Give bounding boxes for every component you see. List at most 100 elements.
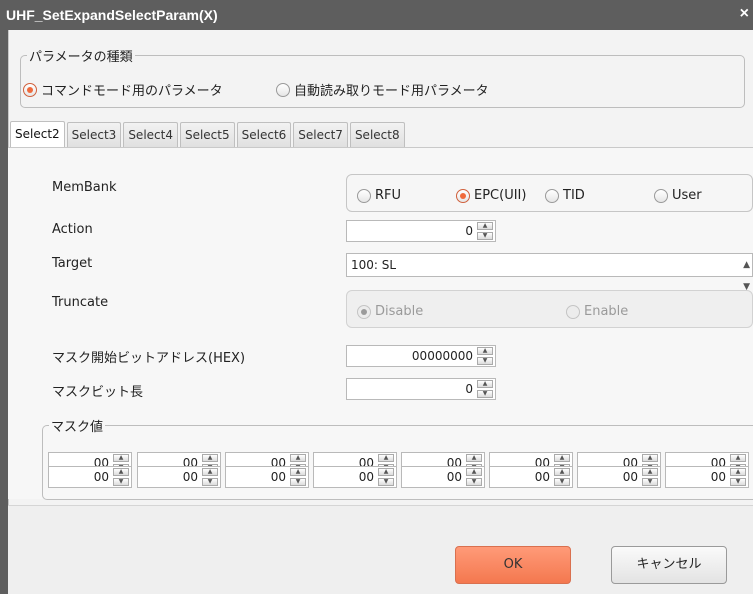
- spin-buttons: ▲▼: [554, 468, 570, 486]
- spin-up-icon[interactable]: ▲: [554, 454, 570, 462]
- spin-up-icon[interactable]: ▲: [730, 468, 746, 476]
- mask-byte-value: 00: [270, 470, 286, 484]
- tab-select5[interactable]: Select5: [179, 122, 235, 147]
- spin-up-icon[interactable]: ▲: [477, 222, 493, 230]
- spin-up-icon[interactable]: ▲: [477, 380, 493, 388]
- mask-byte-spinbox[interactable]: 00 ▲ ▼: [137, 466, 221, 488]
- select-tabs: Select2 Select3 Select4 Select5 Select6 …: [10, 121, 407, 148]
- mask-byte-value: 00: [446, 470, 462, 484]
- radio-dot: [456, 188, 470, 203]
- tab-select4[interactable]: Select4: [123, 122, 178, 147]
- radio-auto-read-mode[interactable]: 自動読み取りモード用パラメータ: [276, 80, 489, 99]
- radio-truncate-enable[interactable]: Enable: [566, 304, 628, 319]
- spin-down-icon[interactable]: ▼: [477, 232, 493, 240]
- spin-up-icon[interactable]: ▲: [378, 468, 394, 476]
- spin-up-icon[interactable]: ▲: [290, 468, 306, 476]
- spin-buttons: ▲ ▼: [477, 222, 493, 240]
- mask-start-address-label: マスク開始ビットアドレス(HEX): [52, 351, 246, 366]
- target-value: 100: SL: [351, 258, 397, 272]
- spin-up-icon[interactable]: ▲: [202, 468, 218, 476]
- radio-dot: [566, 304, 580, 319]
- spin-buttons: ▲▼: [730, 468, 746, 486]
- spin-down-icon[interactable]: ▼: [554, 478, 570, 486]
- mask-byte-value: 00: [182, 470, 198, 484]
- spin-up-icon[interactable]: ▲: [378, 454, 394, 462]
- mask-byte-spinbox[interactable]: 00▲▼: [489, 466, 573, 488]
- membank-label: MemBank: [52, 180, 117, 195]
- mask-value-legend: マスク値: [51, 420, 104, 435]
- mask-byte-spinbox[interactable]: 00▲▼: [225, 466, 309, 488]
- spin-buttons: ▲▼: [378, 468, 394, 486]
- spin-up-icon[interactable]: ▲: [642, 468, 658, 476]
- spin-up-icon[interactable]: ▲: [466, 468, 482, 476]
- spin-up-icon[interactable]: ▲: [466, 454, 482, 462]
- truncate-label: Truncate: [52, 295, 109, 310]
- window-title: UHF_SetExpandSelectParam(X): [6, 7, 218, 23]
- spin-down-icon[interactable]: ▼: [477, 357, 493, 365]
- mask-byte-spinbox[interactable]: 00▲▼: [665, 466, 749, 488]
- spin-up-icon[interactable]: ▲: [730, 454, 746, 462]
- spin-buttons: ▲▼: [290, 468, 306, 486]
- radio-command-mode[interactable]: コマンドモード用のパラメータ: [23, 80, 223, 99]
- spin-down-icon[interactable]: ▼: [378, 478, 394, 486]
- spin-up-icon[interactable]: ▲: [290, 454, 306, 462]
- ok-button[interactable]: OK: [455, 546, 571, 584]
- mask-start-address-spinbox[interactable]: 00000000 ▲ ▼: [346, 345, 496, 367]
- spin-down-icon[interactable]: ▼: [730, 478, 746, 486]
- action-label: Action: [52, 222, 93, 237]
- radio-membank-tid[interactable]: TID: [545, 188, 585, 203]
- spin-buttons: ▲▼: [113, 468, 129, 486]
- spin-down-icon[interactable]: ▼: [290, 478, 306, 486]
- radio-auto-read-mode-label: 自動読み取りモード用パラメータ: [294, 84, 489, 99]
- radio-dot: [357, 304, 371, 319]
- cancel-button[interactable]: キャンセル: [611, 546, 727, 584]
- tab-select3[interactable]: Select3: [66, 122, 122, 147]
- mask-byte-spinbox[interactable]: 00▲▼: [577, 466, 661, 488]
- spin-down-icon[interactable]: ▼: [202, 478, 218, 486]
- mask-byte-value: 00: [622, 470, 638, 484]
- action-spinbox[interactable]: 0 ▲ ▼: [346, 220, 496, 242]
- radio-membank-rfu[interactable]: RFU: [357, 188, 401, 203]
- spin-up-icon[interactable]: ▲: [642, 454, 658, 462]
- tab-select2[interactable]: Select2: [10, 121, 65, 148]
- radio-membank-user-label: User: [672, 188, 702, 203]
- mask-byte-value: 00: [358, 470, 374, 484]
- radio-membank-epc[interactable]: EPC(UII): [456, 188, 526, 203]
- spin-up-icon[interactable]: ▲: [554, 468, 570, 476]
- spin-buttons: ▲▼: [466, 468, 482, 486]
- mask-byte-value: 00: [93, 470, 109, 484]
- param-type-legend: パラメータの種類: [29, 50, 133, 65]
- radio-membank-user[interactable]: User: [654, 188, 702, 203]
- radio-dot: [23, 82, 37, 97]
- mask-byte-spinbox[interactable]: 00▲▼: [313, 466, 397, 488]
- tab-select8[interactable]: Select8: [349, 122, 405, 147]
- spin-buttons: ▲ ▼: [477, 347, 493, 365]
- mask-bit-length-label: マスクビット長: [52, 385, 144, 400]
- title-bar[interactable]: UHF_SetExpandSelectParam(X) ×: [0, 0, 753, 30]
- close-icon[interactable]: ×: [740, 5, 749, 23]
- radio-dot: [357, 188, 371, 203]
- tab-select6[interactable]: Select6: [236, 122, 292, 147]
- spin-down-icon[interactable]: ▼: [466, 478, 482, 486]
- tab-select7[interactable]: Select7: [293, 122, 348, 147]
- spin-down-icon[interactable]: ▼: [113, 478, 129, 486]
- spin-up-icon[interactable]: ▲: [477, 347, 493, 355]
- mask-bit-length-spinbox[interactable]: 0 ▲ ▼: [346, 378, 496, 400]
- mask-byte-spinbox[interactable]: 00▲▼: [48, 466, 132, 488]
- radio-membank-rfu-label: RFU: [375, 188, 402, 203]
- radio-membank-epc-label: EPC(UII): [474, 188, 527, 203]
- action-value: 0: [465, 224, 473, 238]
- spin-down-icon[interactable]: ▼: [477, 390, 493, 398]
- spin-down-icon[interactable]: ▼: [642, 478, 658, 486]
- mask-bit-length-value: 0: [465, 382, 473, 396]
- spin-up-icon[interactable]: ▲: [113, 454, 129, 462]
- window-left-edge: [0, 30, 8, 594]
- spin-up-icon[interactable]: ▲: [113, 468, 129, 476]
- mask-byte-spinbox[interactable]: 00▲▼: [401, 466, 485, 488]
- spin-buttons: ▲▼: [642, 468, 658, 486]
- spin-up-icon[interactable]: ▲: [202, 454, 218, 462]
- radio-truncate-disable[interactable]: Disable: [357, 304, 423, 319]
- target-select[interactable]: 100: SL ▲ ▼: [346, 253, 753, 292]
- mask-byte-value: 00: [710, 470, 726, 484]
- spin-buttons: ▲ ▼: [477, 380, 493, 398]
